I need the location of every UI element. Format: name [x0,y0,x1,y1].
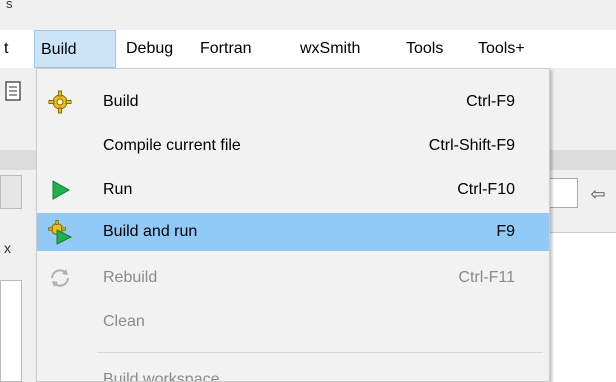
toolbar-grip[interactable] [0,175,22,209]
menu-item-clean[interactable]: Clean [37,303,549,341]
menu-item-shortcut: Ctrl-F10 [457,181,515,198]
window-title-fragment: s [6,0,13,11]
menu-item-label: Clean [103,313,145,330]
menu-item-label: Compile current file [103,137,241,154]
menu-item-compile-current-file[interactable]: Compile current file Ctrl-Shift-F9 [37,127,549,165]
menu-separator [97,352,543,353]
close-icon[interactable]: x [4,240,11,256]
menu-item-run[interactable]: Run Ctrl-F10 [37,171,549,209]
menu-build[interactable]: Build [34,30,116,68]
menu-tools-plus[interactable]: Tools+ [478,30,525,68]
menu-tools[interactable]: Tools [406,30,443,68]
menu-item-shortcut: F9 [496,223,515,240]
menu-debug[interactable]: Debug [126,30,173,68]
menu-item-label: Build workspace [103,371,220,382]
menu-item-rebuild[interactable]: Rebuild Ctrl-F11 [37,259,549,297]
menu-item-shortcut: Ctrl-F9 [466,93,515,110]
menu-item-label: Build [103,93,139,110]
menu-item-build-workspace[interactable]: Build workspace [37,361,549,382]
back-arrow-icon[interactable]: ⇦ [584,182,612,206]
menu-item-build[interactable]: Build Ctrl-F9 [37,83,549,121]
document-icon [0,78,30,104]
menu-item-label: Build and run [103,223,198,240]
left-panel [0,280,22,382]
menu-item-label: Rebuild [103,269,158,286]
rebuild-icon [47,265,73,291]
build-menu-dropdown: Build Ctrl-F9 Compile current file Ctrl-… [36,68,550,382]
menu-item-partial[interactable]: t [4,30,8,68]
play-icon [47,177,73,203]
menu-item-label: Run [103,181,133,198]
menu-item-shortcut: Ctrl-Shift-F9 [428,137,515,154]
menu-bar: t Build Debug Fortran wxSmith Tools Tool… [0,30,616,68]
right-combo-box[interactable] [548,178,578,208]
editor-panel [546,232,616,382]
menu-wxsmith[interactable]: wxSmith [300,30,360,68]
gear-play-icon [47,219,73,245]
menu-fortran[interactable]: Fortran [200,30,252,68]
gear-icon [47,89,73,115]
menu-item-build-and-run[interactable]: Build and run F9 [37,213,549,251]
menu-item-shortcut: Ctrl-F11 [458,269,515,286]
